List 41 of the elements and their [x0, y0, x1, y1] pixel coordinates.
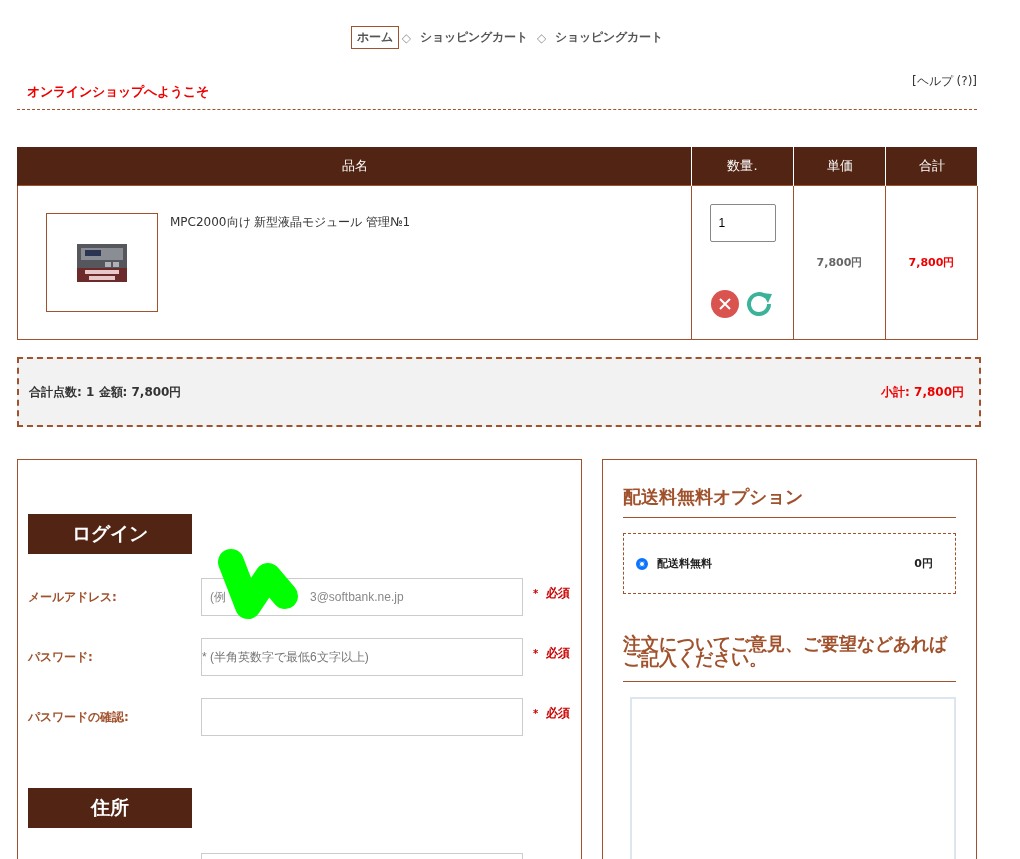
subtotal: 小計: 7,800円 [881, 383, 964, 401]
input-field[interactable] [201, 698, 523, 736]
remove-icon[interactable] [710, 290, 739, 318]
radio-button[interactable] [636, 557, 648, 570]
cart-totals: 合計点数: 1 金額: 7,800円 [29, 383, 182, 401]
separator-icon: ◇ [401, 30, 411, 45]
section-heading: ログイン [28, 514, 192, 554]
section-heading: 住所 [28, 788, 192, 828]
option-price: 0円 [914, 556, 933, 571]
quantity-field[interactable]: 1 [709, 204, 776, 242]
line-total: 7,800円 [885, 185, 978, 340]
breadcrumb-link[interactable]: ショッピングカート [414, 26, 534, 49]
required-asterisk: * [533, 647, 539, 659]
column-header: 単価 [793, 147, 886, 186]
placeholder-text: 3@softbank.ne.jp [310, 590, 404, 604]
welcome-heading: オンラインショップへようこそ [27, 83, 209, 101]
help-link[interactable]: [ヘルプ (?)] [912, 73, 977, 101]
input-field[interactable]: * (半角英数字で最低6文字以上) [201, 638, 523, 676]
section-title: 注文についてご意見、ご要望などあればご記入ください。 [623, 636, 956, 682]
product-name: MPC2000向け 新型液晶モジュール 管理№1 [170, 214, 411, 231]
option-label: 配送料無料 [657, 556, 713, 571]
comment-field[interactable] [630, 696, 956, 859]
placeholder-text: (例 [210, 588, 226, 606]
column-header: 数量. [691, 147, 794, 186]
separator-icon: ◇ [537, 30, 547, 45]
required-asterisk: * [533, 707, 539, 719]
field-label: パスワード: [28, 648, 94, 666]
column-header: 合計 [885, 147, 978, 186]
breadcrumb-link[interactable]: ショッピングカート [549, 26, 670, 49]
breadcrumb-link[interactable]: ホーム [350, 26, 399, 49]
column-header: 品名 [17, 147, 692, 186]
field-label: メールアドレス: [28, 588, 118, 606]
refresh-icon[interactable] [744, 290, 775, 318]
required-label: 必須 [546, 704, 571, 722]
field-label: パスワードの確認: [28, 708, 130, 726]
unit-price: 7,800円 [793, 185, 886, 340]
section-title: 配送料無料オプション [623, 485, 956, 518]
required-asterisk: * [533, 587, 539, 599]
input-field[interactable]: (例 3@softbank.ne.jp [201, 578, 523, 616]
required-label: 必須 [546, 644, 571, 662]
required-label: 必須 [546, 584, 571, 602]
